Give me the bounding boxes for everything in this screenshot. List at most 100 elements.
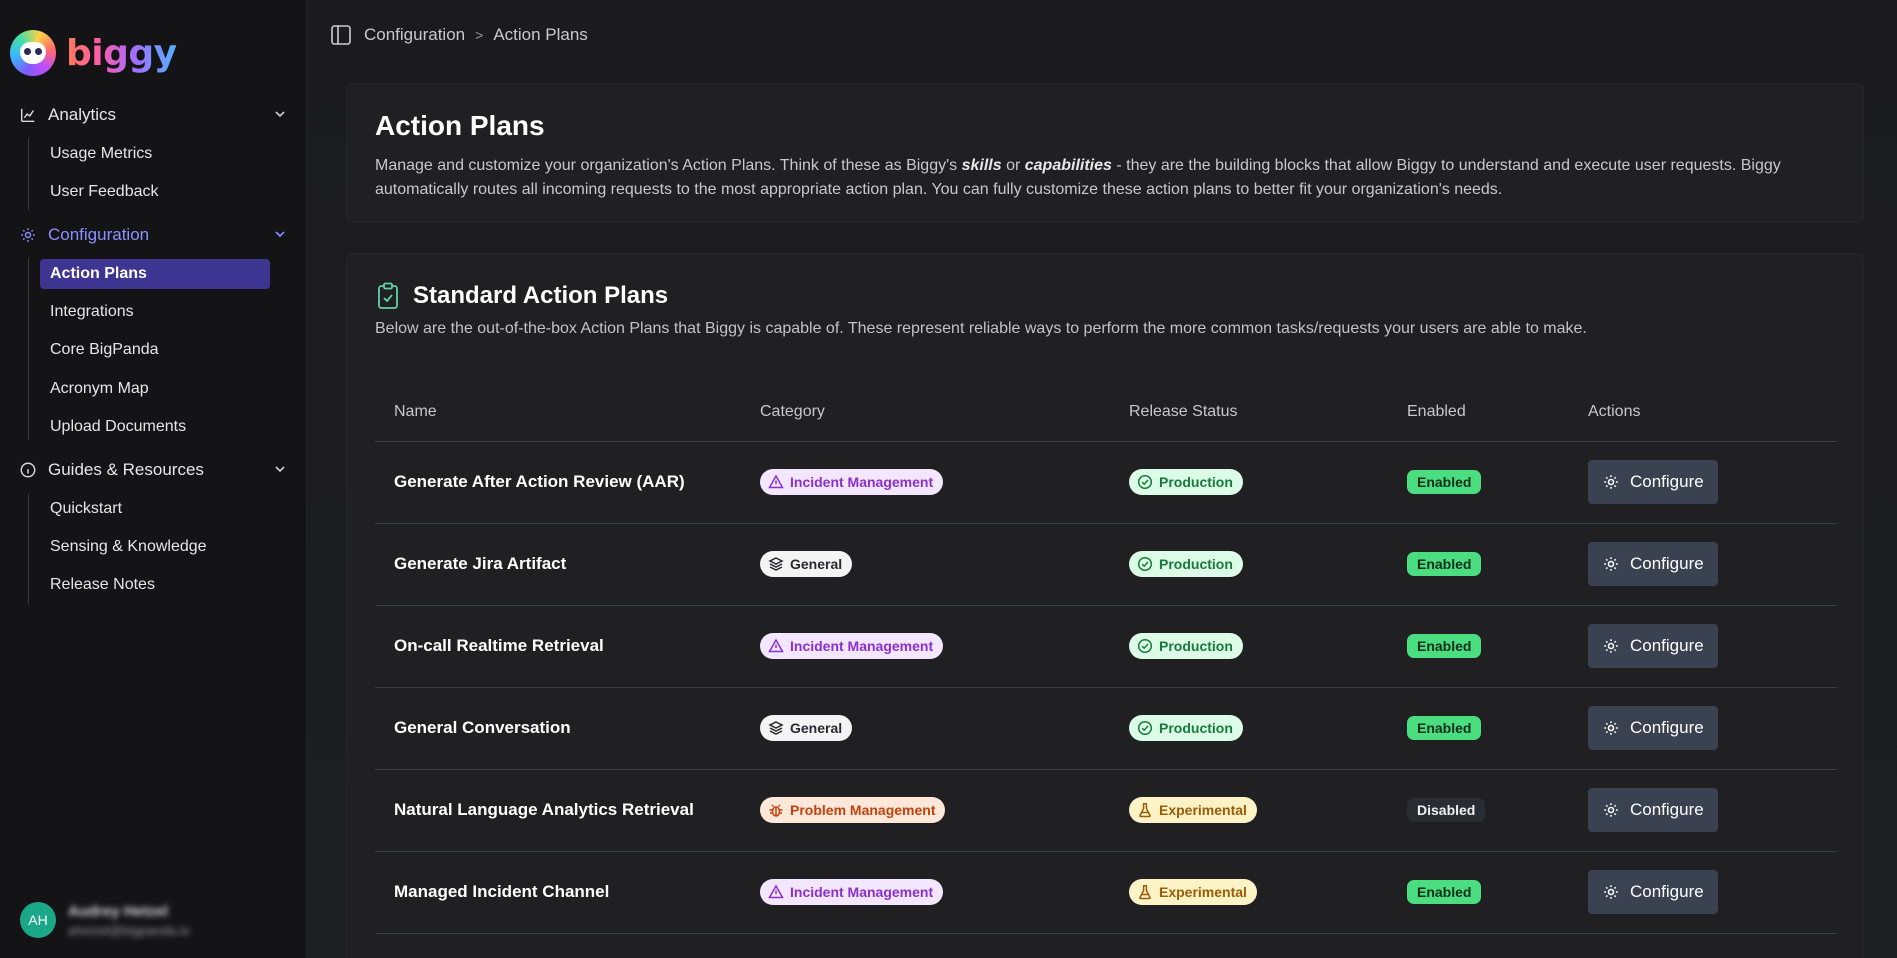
user-profile[interactable]: AH Audrey Hetzel aheizel@bigpanda.io [20,902,190,938]
panda-logo-icon [10,30,56,76]
table-row: Generate Jira Artifact General Production E… [375,523,1837,606]
sidebar-item-sensing-knowledge[interactable]: Sensing & Knowledge [40,532,270,562]
sidebar-item-user-feedback[interactable]: User Feedback [40,177,270,207]
release-cell: Production [1110,605,1388,688]
sidebar: biggy Analytics Usage Metrics User Feedb… [0,0,307,958]
release-cell: Experimental [1110,769,1388,852]
logo[interactable]: biggy [10,30,177,76]
category-cell: Incident Management [741,441,1110,524]
action-plan-name: Generate Jira Artifact [375,523,741,606]
column-header-name[interactable]: Name [375,384,741,442]
check-circle-icon [1137,638,1153,654]
column-header-category[interactable]: Category [741,384,1110,442]
category-badge: General [760,551,853,577]
chevron-down-icon[interactable] [272,226,288,242]
configure-button[interactable]: Configure [1588,870,1718,914]
warning-triangle-icon [768,474,784,489]
release-label: Production [1159,720,1233,736]
sidebar-item-label: Integrations [50,303,134,320]
sidebar-item-label: Upload Documents [50,418,187,435]
sidebar-item-label: Action Plans [50,265,147,282]
gear-icon [1604,803,1618,817]
release-cell: Experimental [1110,851,1388,934]
table-row: Managed Incident Channel Incident Managem… [375,851,1837,934]
sidebar-item-upload-documents[interactable]: Upload Documents [40,412,270,442]
release-label: Production [1159,556,1233,572]
chevron-down-icon[interactable] [272,461,288,477]
breadcrumb-parent[interactable]: Configuration [364,25,465,45]
sidebar-item-usage-metrics[interactable]: Usage Metrics [40,139,270,169]
sidebar-item-label: User Feedback [50,183,159,200]
info-icon [18,460,38,480]
configure-label: Configure [1630,718,1704,737]
configure-button[interactable]: Configure [1588,460,1718,504]
configure-button[interactable]: Configure [1588,788,1718,832]
table-row: Generate After Action Review (AAR) Incide… [375,441,1837,524]
action-plan-name: Natural Language Analytics Retrieval [375,769,741,852]
nav-section-analytics[interactable]: Analytics [18,100,288,130]
gear-icon [1604,639,1618,653]
sidebar-item-release-notes[interactable]: Release Notes [40,570,270,600]
category-label: General [790,720,843,736]
category-label: Problem Management [790,802,936,818]
layers-icon [768,721,784,735]
sidebar-item-acronym-map[interactable]: Acronym Map [40,374,270,404]
table-header-row: Name Category Release Status Enabled Act… [375,384,1837,442]
sidebar-item-quickstart[interactable]: Quickstart [40,494,270,524]
sidebar-toggle-icon[interactable] [330,24,352,46]
configure-button[interactable]: Configure [1588,624,1718,668]
sidebar-item-label: Acronym Map [50,380,149,397]
gear-icon [1604,475,1618,489]
column-header-actions: Actions [1569,384,1837,442]
column-header-release-status[interactable]: Release Status [1110,384,1388,442]
release-label: Experimental [1159,802,1247,818]
action-plans-table: Name Category Release Status Enabled Act… [375,384,1837,934]
configure-button[interactable]: Configure [1588,706,1718,750]
category-badge: Incident Management [760,879,944,905]
release-label: Production [1159,638,1233,654]
intro-card: Action Plans Manage and customize your o… [346,83,1864,223]
configure-button[interactable]: Configure [1588,542,1718,586]
breadcrumb-current: Action Plans [493,25,588,44]
nav-section-label: Configuration [48,225,150,244]
actions-cell: Configure [1569,687,1837,770]
section-title-text: Standard Action Plans [413,282,669,309]
user-email: aheizel@bigpanda.io [68,922,190,938]
enabled-cell: Enabled [1388,605,1569,688]
action-plan-name: Managed Incident Channel [375,851,741,934]
user-name: Audrey Hetzel [68,902,169,920]
flask-icon [1139,885,1151,900]
layers-icon [768,557,784,571]
category-cell: Incident Management [741,605,1110,688]
configure-label: Configure [1630,472,1704,491]
actions-cell: Configure [1569,441,1837,524]
category-cell: Problem Management [741,769,1110,852]
actions-cell: Configure [1569,851,1837,934]
column-header-enabled[interactable]: Enabled [1388,384,1569,442]
chart-icon [18,105,38,125]
page-title: Action Plans [375,110,545,141]
gear-icon [1604,721,1618,735]
gear-icon [1604,557,1618,571]
chevron-down-icon[interactable] [272,106,288,122]
category-badge: Incident Management [760,469,944,495]
section-title: Standard Action Plans [375,282,1835,310]
warning-triangle-icon [768,884,784,899]
nav-section-label: Analytics [48,105,117,124]
sidebar-item-label: Usage Metrics [50,145,153,162]
enabled-cell: Enabled [1388,523,1569,606]
nav-section-configuration[interactable]: Configuration [18,220,288,250]
configure-label: Configure [1630,554,1704,573]
release-cell: Production [1110,523,1388,606]
nav-section-guides[interactable]: Guides & Resources [18,455,288,485]
table-row: General Conversation General Production Ena… [375,687,1837,770]
release-status-badge: Experimental [1129,797,1257,823]
release-status-badge: Production [1129,469,1243,495]
sidebar-item-action-plans[interactable]: Action Plans [40,259,270,289]
category-label: Incident Management [790,638,934,654]
table-row: On-call Realtime Retrieval Incident Manag… [375,605,1837,688]
category-cell: Incident Management [741,851,1110,934]
action-plan-name: Generate After Action Review (AAR) [375,441,741,524]
sidebar-item-core-bigpanda[interactable]: Core BigPanda [40,335,270,365]
sidebar-item-integrations[interactable]: Integrations [40,297,270,327]
